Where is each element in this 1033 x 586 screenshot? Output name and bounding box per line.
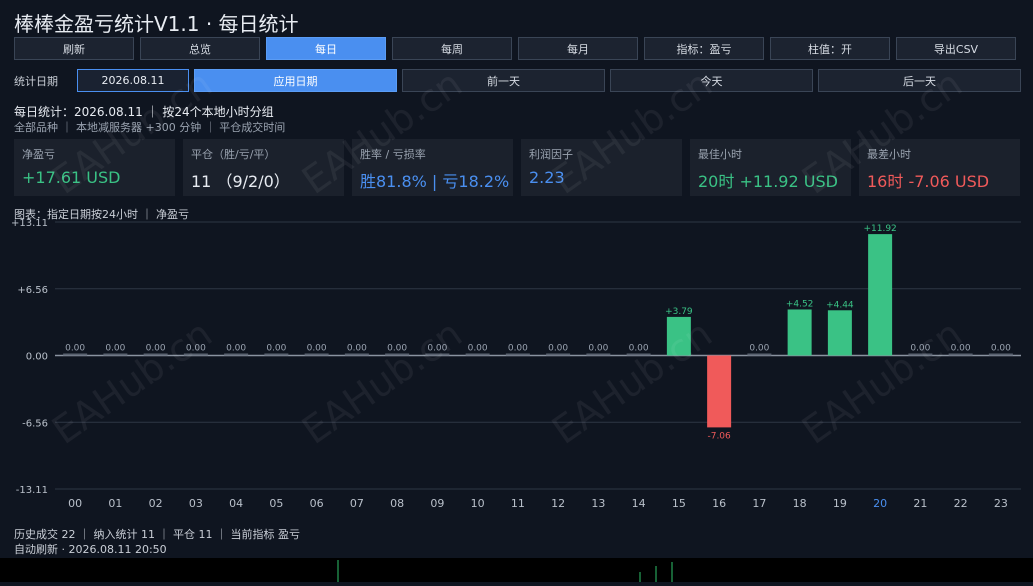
bar bbox=[868, 234, 893, 356]
data-label: 0.00 bbox=[105, 344, 125, 354]
date-label: 统计日期 bbox=[14, 74, 58, 88]
x-tick-label: 03 bbox=[189, 497, 203, 510]
bar bbox=[707, 355, 732, 428]
x-tick-label: 13 bbox=[591, 497, 605, 510]
bar bbox=[465, 353, 490, 356]
x-tick-label: 01 bbox=[108, 497, 122, 510]
price-chart-strip bbox=[0, 558, 1033, 582]
overview-button[interactable]: 总览 bbox=[140, 37, 260, 60]
x-tick-label: 08 bbox=[390, 497, 404, 510]
data-label: 0.00 bbox=[749, 344, 769, 354]
bar bbox=[827, 310, 852, 356]
data-label: +11.92 bbox=[863, 224, 896, 234]
bar bbox=[505, 353, 530, 356]
x-tick-label: 12 bbox=[551, 497, 565, 510]
x-tick-label: 04 bbox=[229, 497, 243, 510]
data-label: 0.00 bbox=[347, 344, 367, 354]
data-label: 0.00 bbox=[65, 344, 85, 354]
x-tick-label: 07 bbox=[350, 497, 364, 510]
x-tick-label: 21 bbox=[913, 497, 927, 510]
data-label: -7.06 bbox=[707, 431, 731, 441]
x-tick-label: 17 bbox=[752, 497, 766, 510]
bar bbox=[586, 353, 611, 356]
bar bbox=[224, 353, 249, 356]
weekly-button[interactable]: 每周 bbox=[392, 37, 512, 60]
x-tick-label: 09 bbox=[430, 497, 444, 510]
footer-stats: 历史成交 22 ｜ 纳入统计 11 ｜ 平仓 11 ｜ 当前指标 盈亏 bbox=[14, 528, 300, 541]
data-label: 0.00 bbox=[508, 344, 528, 354]
bar bbox=[103, 353, 128, 356]
export-csv-button[interactable]: 导出CSV bbox=[896, 37, 1016, 60]
card-value: 胜81.8% | 亏18.2% bbox=[360, 172, 510, 191]
bar bbox=[747, 353, 772, 356]
x-tick-label: 11 bbox=[511, 497, 525, 510]
x-tick-label: 06 bbox=[310, 497, 324, 510]
x-tick-label: 16 bbox=[712, 497, 726, 510]
toolbar: 刷新 总览 每日 每周 每月 指标：盈亏 柱值：开 导出CSV bbox=[14, 37, 1016, 60]
data-label: 0.00 bbox=[266, 344, 286, 354]
y-tick-label: -13.11 bbox=[16, 485, 48, 496]
window-title: 棒棒金盈亏统计V1.1 · 每日统计 bbox=[14, 12, 299, 36]
data-label: +4.44 bbox=[826, 300, 854, 310]
y-tick-label: +13.11 bbox=[11, 218, 48, 229]
daily-button[interactable]: 每日 bbox=[266, 37, 386, 60]
bar bbox=[63, 353, 88, 356]
x-tick-label: 19 bbox=[833, 497, 847, 510]
data-label: 0.00 bbox=[307, 344, 327, 354]
x-tick-label: 10 bbox=[471, 497, 485, 510]
apply-date-button[interactable]: 应用日期 bbox=[194, 69, 397, 92]
y-tick-label: 0.00 bbox=[26, 352, 48, 363]
card-value: 16时 -7.06 USD bbox=[867, 172, 990, 191]
refresh-button[interactable]: 刷新 bbox=[14, 37, 134, 60]
x-tick-label: 02 bbox=[149, 497, 163, 510]
data-label: 0.00 bbox=[991, 344, 1011, 354]
data-label: 0.00 bbox=[548, 344, 568, 354]
footer-refresh: 自动刷新 · 2026.08.11 20:50 bbox=[14, 543, 167, 556]
metric-button[interactable]: 指标：盈亏 bbox=[644, 37, 764, 60]
x-tick-label: 20 bbox=[873, 497, 887, 510]
x-tick-label: 15 bbox=[672, 497, 686, 510]
data-label: 0.00 bbox=[468, 344, 488, 354]
bar bbox=[988, 353, 1013, 356]
y-tick-label: +6.56 bbox=[17, 285, 48, 296]
x-tick-label: 05 bbox=[269, 497, 283, 510]
bar bbox=[264, 353, 289, 356]
data-label: 0.00 bbox=[588, 344, 608, 354]
data-label: 0.00 bbox=[226, 344, 246, 354]
x-tick-label: 22 bbox=[954, 497, 968, 510]
x-tick-label: 14 bbox=[632, 497, 646, 510]
bar bbox=[787, 309, 812, 356]
bar bbox=[546, 353, 571, 356]
bar bbox=[344, 353, 369, 356]
data-label: +4.52 bbox=[786, 299, 814, 309]
x-tick-label: 00 bbox=[68, 497, 82, 510]
bar-value-button[interactable]: 柱值：开 bbox=[770, 37, 890, 60]
monthly-button[interactable]: 每月 bbox=[518, 37, 638, 60]
bar bbox=[304, 353, 329, 356]
x-tick-label: 18 bbox=[793, 497, 807, 510]
y-tick-label: -6.56 bbox=[22, 418, 48, 429]
x-tick-label: 23 bbox=[994, 497, 1008, 510]
